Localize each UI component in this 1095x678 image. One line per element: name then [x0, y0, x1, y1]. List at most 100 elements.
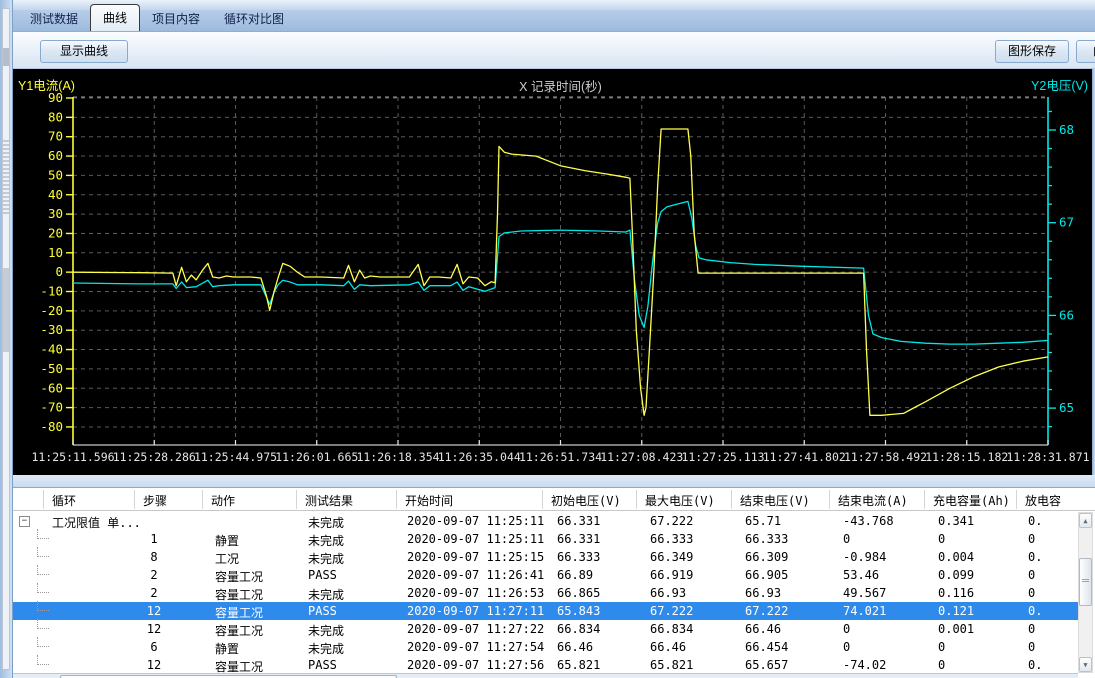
table-cell: 0.341 [938, 514, 1022, 528]
tab-project-content[interactable]: 项目内容 [140, 7, 212, 31]
panel-separator [13, 475, 1095, 487]
curve-settings-button-partial[interactable]: 曲 [1076, 40, 1095, 63]
table-header-cell[interactable]: 充电容量(Ah) [933, 492, 1010, 509]
table-cell: 2020-09-07 11:25:11 [407, 532, 550, 546]
table-cell: 66.331 [557, 532, 645, 546]
table-row[interactable]: 2容量工况PASS2020-09-07 11:26:4166.8966.9196… [13, 566, 1091, 584]
table-cell: PASS [308, 658, 402, 672]
table-row[interactable]: 12容量工况PASS2020-09-07 11:27:1165.84367.22… [13, 602, 1091, 620]
table-row[interactable]: 12容量工况PASS2020-09-07 11:27:5665.82165.82… [13, 656, 1091, 674]
table-cell: 53.46 [843, 568, 931, 582]
table-cell: 66.46 [557, 640, 645, 654]
table-cell: 0.116 [938, 586, 1022, 600]
table-cell: 静置 [215, 640, 303, 657]
table-cell: 2020-09-07 11:25:15 [407, 550, 550, 564]
svg-text:-70: -70 [40, 400, 63, 415]
vertical-scrollbar[interactable]: ▲ ▼ [1078, 512, 1093, 673]
column-separator [43, 490, 44, 509]
table-header-cell[interactable]: 循环 [52, 492, 76, 509]
table-cell: 未完成 [308, 532, 402, 549]
table-row[interactable]: 6静置未完成2020-09-07 11:27:5466.4666.4666.45… [13, 638, 1091, 656]
table-header-cell[interactable]: 放电容 [1025, 492, 1061, 509]
table-cell: 容量工况 [215, 568, 303, 585]
table-cell: 0.004 [938, 550, 1022, 564]
column-separator [202, 490, 203, 509]
table-cell: 66.834 [557, 622, 645, 636]
table-header-cell[interactable]: 测试结果 [305, 492, 353, 509]
table-cell: 66.865 [557, 586, 645, 600]
table-cell: 66.46 [745, 622, 835, 636]
table-header-cell[interactable]: 最大电压(V) [645, 492, 715, 509]
table-cell: PASS [308, 568, 402, 582]
tree-branch-line [37, 547, 49, 557]
tab-cycle-comparison[interactable]: 循环对比图 [212, 7, 296, 31]
show-curve-button[interactable]: 显示曲线 [40, 40, 128, 63]
tree-branch-line [37, 637, 49, 647]
table-cell: 工况限值 单... [52, 514, 138, 531]
table-cell: 0 [1028, 622, 1076, 636]
table-cell: 静置 [215, 532, 303, 549]
table-cell: 66.919 [650, 568, 738, 582]
table-cell: 容量工况 [215, 622, 303, 639]
table-row[interactable]: 12 容量工况未完成 2020-09-07 11:27:22 66.834 66.834… [13, 620, 1091, 638]
svg-text:-80: -80 [40, 419, 63, 434]
table-cell: 0 [843, 532, 931, 546]
table-header-cell[interactable]: 开始时间 [405, 492, 453, 509]
table-cell: 2020-09-07 11:27:54 [407, 640, 550, 654]
table-cell: 66.89 [557, 568, 645, 582]
table-cell: 65.71 [745, 514, 835, 528]
table-row[interactable]: 1静置未完成2020-09-07 11:25:1166.33166.33366.… [13, 530, 1091, 548]
table-cell: 66.834 [650, 622, 738, 636]
table-cell: 12 [133, 622, 175, 636]
table-cell: 67.222 [650, 604, 738, 618]
table-cell: 1 [133, 532, 175, 546]
table-row[interactable]: −工况限值 单...未完成2020-09-07 11:25:1166.33167… [13, 512, 1091, 530]
table-cell: 未完成 [308, 550, 402, 567]
panel-edge-scroll-thumb[interactable] [3, 268, 9, 352]
table-cell: PASS [308, 604, 402, 618]
tree-branch-line [37, 529, 49, 539]
tab-curve[interactable]: 曲线 [90, 4, 140, 31]
svg-text:67: 67 [1059, 215, 1074, 230]
table-cell: 66.333 [650, 532, 738, 546]
panel-edge-texture [3, 140, 9, 215]
table-cell: 0 [1028, 640, 1076, 654]
save-graphic-button[interactable]: 图形保存 [995, 40, 1069, 63]
table-cell: 67.222 [745, 604, 835, 618]
table-cell: -0.984 [843, 550, 931, 564]
table-cell: 2 [133, 586, 175, 600]
table-header-cell[interactable]: 结束电压(V) [740, 492, 810, 509]
table-row[interactable]: 8工况未完成2020-09-07 11:25:1566.33366.34966.… [13, 548, 1091, 566]
column-separator [829, 490, 830, 509]
tab-test-data[interactable]: 测试数据 [18, 7, 90, 31]
table-cell: -43.768 [843, 514, 931, 528]
table-header-cell[interactable]: 步骤 [143, 492, 167, 509]
svg-text:11:25:44.975: 11:25:44.975 [194, 450, 277, 464]
horizontal-scrollbar[interactable] [13, 673, 1078, 678]
table-row[interactable]: 2容量工况未完成2020-09-07 11:26:5366.86566.9366… [13, 584, 1091, 602]
table-cell: 49.567 [843, 586, 931, 600]
panel-edge-mark [3, 48, 9, 66]
svg-text:11:25:11.596: 11:25:11.596 [31, 450, 114, 464]
table-header-cell[interactable]: 结束电流(A) [838, 492, 908, 509]
column-separator [296, 490, 297, 509]
tree-collapse-icon[interactable]: − [19, 516, 30, 527]
table-cell: 0 [843, 640, 931, 654]
table-header-cell[interactable]: 动作 [211, 492, 235, 509]
table-cell: 0. [1028, 658, 1076, 672]
column-separator [134, 490, 135, 509]
table-cell: 0 [938, 532, 1022, 546]
table-cell: 未完成 [308, 622, 402, 639]
scrollbar-thumb[interactable] [1079, 558, 1092, 606]
table-cell: 2020-09-07 11:27:22 [407, 622, 550, 636]
tree-branch-line [37, 655, 49, 665]
svg-text:20: 20 [48, 225, 63, 240]
scroll-down-button[interactable]: ▼ [1079, 657, 1092, 672]
svg-text:-30: -30 [40, 322, 63, 337]
table-cell: 2020-09-07 11:27:56 [407, 658, 550, 672]
table-cell: 0. [1028, 604, 1076, 618]
svg-text:30: 30 [48, 206, 63, 221]
scroll-up-button[interactable]: ▲ [1079, 513, 1092, 528]
table-header-cell[interactable]: 初始电压(V) [551, 492, 621, 509]
table-cell: 未完成 [308, 514, 402, 531]
